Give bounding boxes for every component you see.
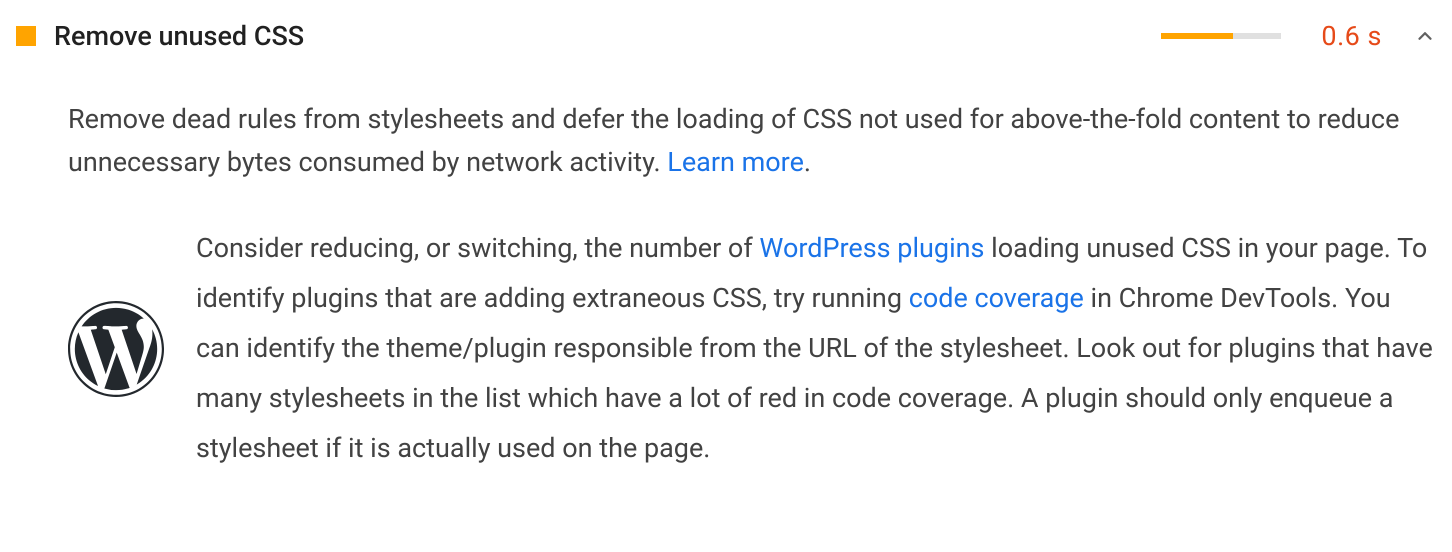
learn-more-link[interactable]: Learn more [667, 146, 804, 178]
sparkline-fill [1161, 33, 1233, 39]
stack-pack-description: Consider reducing, or switching, the num… [196, 224, 1436, 474]
audit-description: Remove dead rules from stylesheets and d… [68, 98, 1436, 184]
audit-remove-unused-css: Remove unused CSS 0.6 s Remove dead rule… [16, 20, 1436, 474]
audit-title: Remove unused CSS [54, 20, 304, 52]
stack-text-1: Consider reducing, or switching, the num… [196, 232, 759, 264]
audit-header[interactable]: Remove unused CSS 0.6 s [16, 20, 1436, 52]
audit-body: Remove dead rules from stylesheets and d… [16, 98, 1436, 474]
opportunity-sparkline [1161, 33, 1281, 39]
description-post: . [804, 146, 811, 178]
wordpress-icon [68, 301, 164, 397]
status-indicator-icon [16, 26, 36, 46]
code-coverage-link[interactable]: code coverage [909, 282, 1084, 314]
stack-pack: Consider reducing, or switching, the num… [68, 224, 1436, 474]
wordpress-plugins-link[interactable]: WordPress plugins [759, 232, 984, 264]
chevron-up-icon[interactable] [1414, 25, 1436, 47]
metric-value: 0.6 s [1321, 20, 1382, 52]
